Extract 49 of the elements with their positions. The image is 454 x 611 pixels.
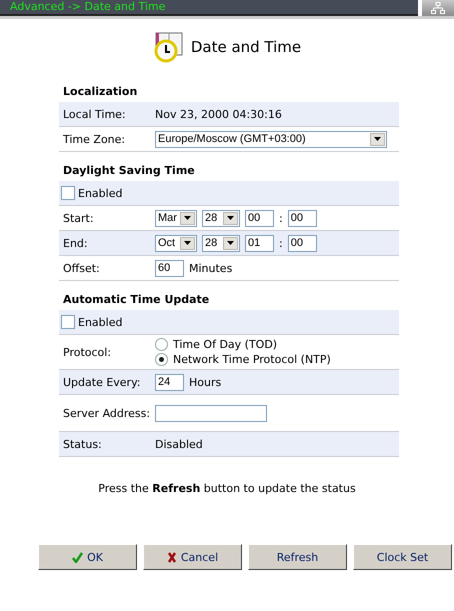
server-address-field[interactable]	[155, 404, 267, 422]
number-field[interactable]: 60	[155, 260, 184, 276]
page-title: Date and Time	[190, 38, 302, 56]
time-zone-dropdown[interactable]: Europe/Moscow (GMT+03:00)	[155, 130, 387, 148]
field-label: Server Address:	[63, 406, 152, 420]
month-dropdown[interactable]: Mar	[155, 210, 197, 226]
action-button[interactable]: Clock Set	[353, 544, 452, 570]
hour-field[interactable]: 01	[245, 234, 274, 252]
section-heading: Localization	[62, 84, 138, 100]
field-label: Status:	[63, 438, 103, 450]
day-dropdown[interactable]: 28	[202, 234, 240, 252]
field-value: Nov 23, 2000 04:30:16	[155, 108, 282, 120]
radio-label: Network Time Protocol (NTP)	[173, 353, 331, 366]
radio-label: Time Of Day (TOD)	[173, 338, 278, 351]
check-icon	[72, 552, 84, 562]
day-dropdown[interactable]: 28	[202, 210, 240, 226]
month-dropdown[interactable]: Oct	[155, 234, 197, 252]
radio-button[interactable]	[155, 338, 168, 351]
checkbox[interactable]	[61, 186, 75, 200]
minute-field[interactable]: 00	[288, 234, 317, 252]
field-label: Update Every:	[63, 376, 142, 388]
section-heading: Automatic Time Update	[62, 292, 210, 308]
radio-button[interactable]	[155, 353, 168, 366]
hour-field[interactable]: 00	[245, 210, 274, 226]
field-value: Disabled	[155, 438, 203, 450]
action-button[interactable]: Refresh	[248, 544, 347, 570]
section-heading: Daylight Saving Time	[62, 163, 196, 179]
checkbox[interactable]	[61, 315, 75, 329]
minute-field[interactable]: 00	[288, 210, 317, 226]
checkbox-label: Enabled	[78, 186, 122, 200]
ok-button[interactable]: OK	[38, 544, 137, 570]
number-field[interactable]: 24	[155, 374, 184, 390]
field-label: Local Time:	[63, 108, 127, 120]
cross-icon	[166, 552, 177, 562]
time-separator: :	[279, 236, 283, 250]
field-label: Start:	[63, 212, 95, 224]
network-map-icon[interactable]	[422, 0, 454, 16]
unit-label: Minutes	[189, 262, 232, 274]
cancel-button[interactable]: Cancel	[143, 544, 242, 570]
calendar-clock-icon	[152, 31, 185, 63]
checkbox-label: Enabled	[78, 316, 122, 328]
field-label: End:	[63, 236, 89, 250]
field-label: Time Zone:	[63, 132, 126, 146]
field-label: Offset:	[63, 262, 101, 274]
field-label: Protocol:	[63, 346, 112, 358]
time-separator: :	[279, 212, 283, 224]
breadcrumb: Advanced -> Date and Time	[0, 0, 418, 16]
unit-label: Hours	[189, 376, 222, 388]
status-hint: Press the Refresh button to update the status	[97, 482, 357, 495]
